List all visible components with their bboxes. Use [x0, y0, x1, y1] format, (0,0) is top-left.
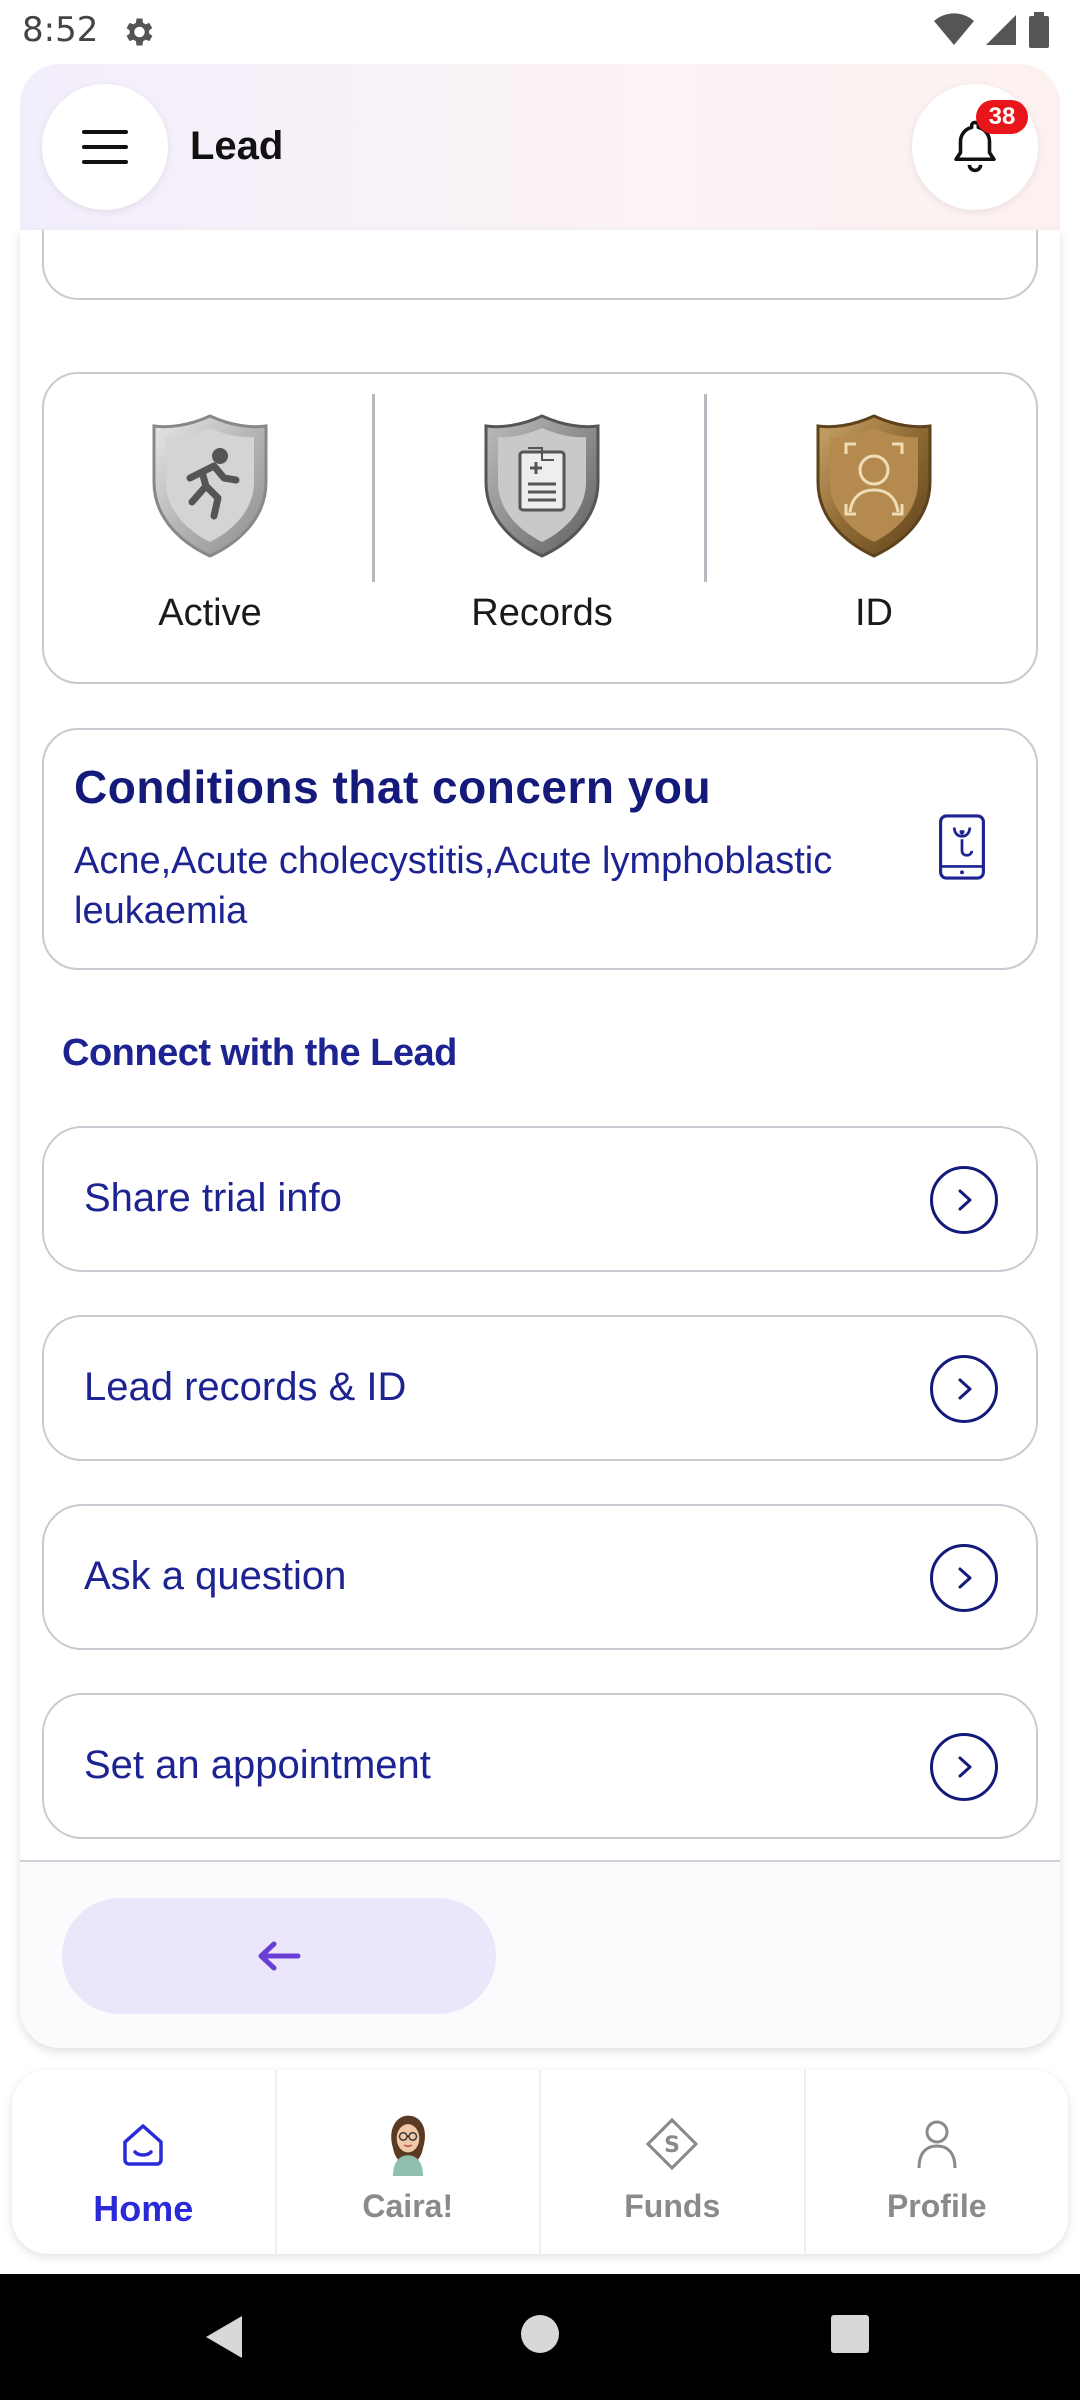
signal-icon — [986, 15, 1016, 45]
hamburger-icon — [82, 130, 128, 164]
section-title: Connect with the Lead — [62, 1032, 457, 1074]
badge-active[interactable]: Active — [44, 374, 376, 686]
conditions-list: Acne,Acute cholecystitis,Acute lymphobla… — [74, 840, 833, 932]
nav-home[interactable]: Home — [12, 2070, 277, 2254]
partial-card — [42, 230, 1038, 300]
badge-id[interactable]: ID — [708, 374, 1040, 686]
badges-card: Active Records ID — [42, 372, 1038, 684]
action-label: Set an appointment — [84, 1743, 431, 1787]
records-shield-icon — [484, 414, 600, 558]
profile-icon — [917, 2120, 957, 2169]
status-time: 8:52 — [22, 10, 99, 50]
badge-label: Records — [471, 592, 613, 634]
chevron-right-icon — [930, 1733, 998, 1801]
chevron-right-icon — [930, 1544, 998, 1612]
action-label: Lead records & ID — [84, 1365, 407, 1409]
notification-count-badge: 38 — [976, 100, 1028, 134]
recents-square-icon[interactable] — [830, 2314, 870, 2354]
phone-stethoscope-icon — [939, 814, 985, 880]
system-nav-bar — [0, 2274, 1080, 2400]
id-shield-icon — [816, 414, 932, 558]
divider — [704, 394, 707, 582]
home-circle-icon[interactable] — [520, 2314, 560, 2354]
lead-records-id-button[interactable]: Lead records & ID — [42, 1315, 1038, 1461]
nav-label: Home — [93, 2188, 194, 2229]
wifi-icon — [934, 13, 974, 45]
action-label: Ask a question — [84, 1554, 347, 1598]
nav-caira[interactable]: Caira! — [277, 2070, 541, 2254]
svg-text:S: S — [664, 2133, 680, 2158]
notifications-button[interactable]: 38 — [912, 84, 1038, 210]
arrow-left-icon — [258, 1941, 301, 1971]
status-bar: 8:52 — [0, 0, 1080, 62]
badge-label: ID — [855, 592, 893, 634]
chevron-right-icon — [930, 1355, 998, 1423]
funds-icon: S — [646, 2117, 699, 2171]
ask-question-button[interactable]: Ask a question — [42, 1504, 1038, 1650]
settings-gear-icon — [126, 18, 153, 46]
set-appointment-button[interactable]: Set an appointment — [42, 1693, 1038, 1839]
footer-area — [20, 1862, 1060, 2048]
main-content: Active Records ID Conditions that concer… — [20, 230, 1060, 2048]
nav-label: Caira! — [362, 2188, 454, 2224]
bottom-nav: Home Caira! S Funds Profile — [12, 2070, 1068, 2254]
action-label: Share trial info — [84, 1176, 342, 1220]
caira-avatar-icon — [390, 2115, 425, 2176]
menu-button[interactable] — [42, 84, 168, 210]
page-title: Lead — [190, 124, 284, 168]
share-trial-info-button[interactable]: Share trial info — [42, 1126, 1038, 1272]
nav-label: Profile — [886, 2188, 987, 2224]
status-icons — [934, 12, 1050, 48]
chevron-right-icon — [930, 1166, 998, 1234]
nav-profile[interactable]: Profile — [806, 2070, 1069, 2254]
back-button[interactable] — [62, 1898, 496, 2014]
running-shield-icon — [152, 414, 268, 558]
badge-label: Active — [158, 592, 262, 634]
back-triangle-icon[interactable] — [204, 2314, 244, 2360]
divider — [372, 394, 375, 582]
nav-label: Funds — [624, 2188, 721, 2224]
app-bar: Lead 38 — [20, 64, 1060, 230]
conditions-title: Conditions that concern you — [74, 761, 712, 813]
conditions-card[interactable]: Conditions that concern you Acne,Acute c… — [42, 728, 1038, 970]
battery-icon — [1029, 12, 1049, 48]
badge-records[interactable]: Records — [376, 374, 708, 686]
home-icon — [123, 2124, 163, 2166]
nav-funds[interactable]: S Funds — [541, 2070, 806, 2254]
